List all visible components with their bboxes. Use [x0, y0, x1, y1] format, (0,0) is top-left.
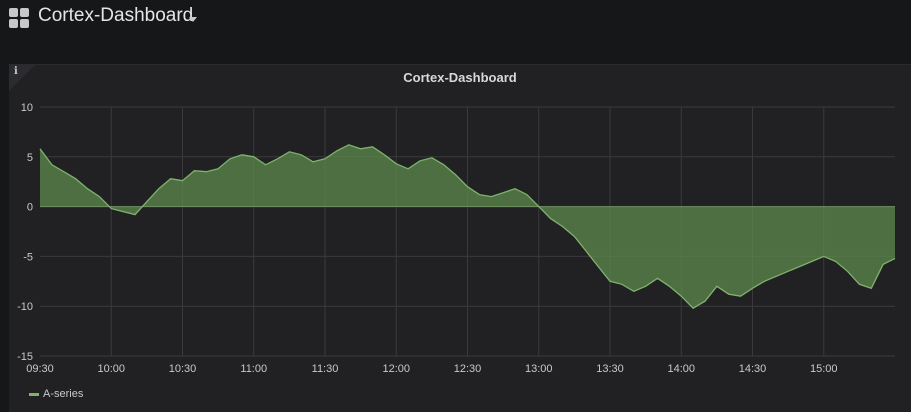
- area-chart[interactable]: 10 5 0 -5 -10 -1509:30 10:00 10:30 11:00 11:30 12:…: [9, 65, 911, 385]
- x-tick-label: 11:00: [240, 363, 267, 375]
- dashboard-title[interactable]: Cortex-Dashboard: [38, 5, 193, 27]
- apps-grid-icon[interactable]: [9, 8, 29, 28]
- x-tick-label: 12:30: [454, 363, 482, 375]
- legend-label[interactable]: A-series: [43, 388, 83, 400]
- x-tick-label: 13:30: [596, 363, 624, 375]
- x-tick-label: 14:30: [739, 363, 767, 375]
- y-tick-label: 5: [27, 152, 33, 164]
- x-tick-label: 14:00: [667, 363, 695, 375]
- x-tick-label: 10:00: [97, 363, 125, 375]
- graph-panel: i Cortex-Dashboard 10 5 0 -5 -10 -15 09:30 10:0…: [9, 64, 911, 412]
- x-tick-label: 10:30: [169, 363, 197, 375]
- y-tick-label: 0: [27, 202, 33, 214]
- y-tick-label: -15: [17, 351, 33, 363]
- legend[interactable]: A-series: [29, 388, 83, 400]
- top-navbar: Cortex-Dashboard: [0, 0, 911, 60]
- y-tick-label: -5: [23, 251, 33, 263]
- y-tick-label: 10: [21, 102, 33, 114]
- x-tick-label: 15:00: [810, 363, 838, 375]
- x-tick-label: 09:30: [26, 363, 54, 375]
- y-tick-label: -10: [17, 301, 33, 313]
- caret-down-icon[interactable]: [189, 17, 197, 22]
- x-tick-label: 12:00: [382, 363, 410, 375]
- legend-swatch: [29, 392, 39, 396]
- x-tick-label: 13:00: [525, 363, 553, 375]
- x-tick-label: 11:30: [312, 363, 339, 375]
